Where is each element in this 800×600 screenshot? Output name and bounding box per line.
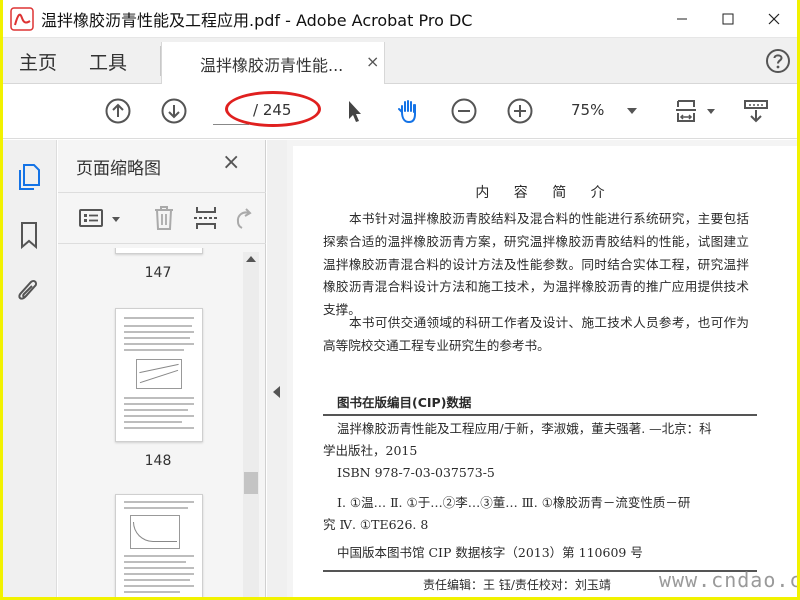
page-thumbnails-panel: 页面缩略图 × 147 148 bbox=[58, 140, 266, 597]
document-viewport[interactable]: 内 容 简 介 本书针对温拌橡胶沥青胶结料及混合料的性能进行系统研究，主要包括探… bbox=[287, 140, 797, 597]
scroll-up-icon[interactable] bbox=[246, 256, 256, 262]
bookmark-icon[interactable] bbox=[15, 220, 43, 250]
thumbnail-page-148[interactable] bbox=[115, 494, 203, 597]
next-page-button[interactable] bbox=[159, 96, 189, 126]
cip-line: Ⅰ. ①温… Ⅱ. ①于…②李…③董… Ⅲ. ①橡胶沥青－流变性质－研 bbox=[337, 495, 691, 510]
thumbnail-label: 148 bbox=[144, 453, 172, 469]
cip-line: 中国版本图书馆 CIP 数据核字（2013）第 110609 号 bbox=[337, 545, 643, 560]
rotate-icon[interactable] bbox=[232, 203, 254, 233]
close-window-button[interactable] bbox=[751, 0, 797, 38]
menu-home[interactable]: 主页 bbox=[19, 48, 57, 75]
red-annotation-ellipse bbox=[225, 91, 321, 127]
insert-page-icon[interactable] bbox=[192, 203, 220, 233]
keyboard-scroll-icon bbox=[744, 100, 768, 123]
title-bar: 温拌橡胶沥青性能及工程应用.pdf - Adobe Acrobat Pro DC bbox=[3, 0, 797, 38]
hand-icon bbox=[398, 100, 416, 124]
minimize-button[interactable] bbox=[659, 0, 705, 38]
window-controls bbox=[659, 0, 797, 38]
window-title: 温拌橡胶沥青性能及工程应用.pdf - Adobe Acrobat Pro DC bbox=[41, 10, 473, 30]
zoom-level-select[interactable]: 75% bbox=[559, 96, 643, 126]
thumbnail-options-icon[interactable] bbox=[78, 203, 108, 233]
panel-toolbar bbox=[58, 192, 266, 244]
fit-page-icon bbox=[676, 100, 696, 122]
intro-paragraph-1: 本书针对温拌橡胶沥青胶结料及混合料的性能进行系统研究，主要包括探索合适的温拌橡胶… bbox=[323, 211, 749, 318]
select-tool-button[interactable] bbox=[339, 96, 369, 126]
thumbnail-list: 147 148 bbox=[58, 248, 243, 597]
tab-document-label: 温拌橡胶沥青性能... bbox=[200, 56, 344, 75]
cursor-arrow-icon bbox=[349, 101, 361, 122]
thumbnail-label: 147 bbox=[144, 265, 172, 281]
acrobat-window: 温拌橡胶沥青性能及工程应用.pdf - Adobe Acrobat Pro DC… bbox=[3, 0, 797, 597]
maximize-button[interactable] bbox=[705, 0, 751, 38]
cip-line: 温拌橡胶沥青性能及工程应用/于新，李淑娥，董夫强著. —北京：科 bbox=[337, 421, 712, 436]
minimize-icon bbox=[677, 18, 687, 20]
plus-circle-icon bbox=[507, 98, 533, 124]
document-page: 内 容 简 介 本书针对温拌橡胶沥青胶结料及混合料的性能进行系统研究，主要包括探… bbox=[293, 146, 797, 597]
cip-line: 学出版社，2015 bbox=[323, 443, 418, 458]
thumbnail-scrollbar[interactable] bbox=[243, 252, 259, 597]
scrolling-mode-button[interactable] bbox=[741, 96, 771, 126]
hand-tool-button[interactable] bbox=[393, 96, 423, 126]
zoom-in-button[interactable] bbox=[505, 96, 535, 126]
attachment-icon[interactable] bbox=[15, 276, 43, 306]
panel-title: 页面缩略图 bbox=[76, 159, 161, 179]
help-icon[interactable] bbox=[765, 48, 791, 74]
scrollbar-thumb[interactable] bbox=[244, 472, 258, 494]
tab-document[interactable]: 温拌橡胶沥青性能... × bbox=[161, 42, 385, 84]
navigation-rail bbox=[3, 140, 57, 597]
arrow-down-circle-icon bbox=[161, 98, 187, 124]
arrow-up-circle-icon bbox=[105, 98, 131, 124]
cip-line: ISBN 978-7-03-037573-5 bbox=[337, 465, 495, 480]
previous-page-button[interactable] bbox=[103, 96, 133, 126]
panel-collapse-strip[interactable] bbox=[267, 140, 287, 597]
close-icon bbox=[768, 13, 780, 25]
thumbnail-page-146[interactable] bbox=[115, 248, 203, 254]
cip-divider bbox=[323, 414, 757, 416]
thumbnail-page-147[interactable] bbox=[115, 308, 203, 442]
tab-bar: 主页 工具 温拌橡胶沥青性能... × bbox=[3, 38, 797, 84]
cip-title: 图书在版编目(CIP)数据 bbox=[337, 395, 472, 410]
acrobat-app-icon bbox=[9, 6, 35, 32]
page-heading: 内 容 简 介 bbox=[475, 185, 615, 201]
page-thumbnails-icon[interactable] bbox=[15, 162, 43, 192]
chevron-down-icon bbox=[627, 108, 637, 114]
collapse-left-icon[interactable] bbox=[273, 386, 280, 398]
minus-circle-icon bbox=[451, 98, 477, 124]
trash-icon[interactable] bbox=[150, 203, 178, 233]
panel-close-button[interactable]: × bbox=[222, 150, 240, 175]
cip-line: 究 Ⅳ. ①TE626. 8 bbox=[323, 517, 429, 532]
maximize-icon bbox=[722, 13, 734, 25]
fit-page-button[interactable] bbox=[671, 96, 701, 126]
editor-credit: 责任编辑：王 钰/责任校对：刘玉靖 bbox=[423, 578, 611, 592]
menu-tools[interactable]: 工具 bbox=[89, 48, 127, 75]
fit-dropdown-chevron-icon[interactable] bbox=[707, 109, 715, 114]
zoom-value: 75% bbox=[571, 101, 605, 119]
options-chevron-down-icon[interactable] bbox=[112, 217, 120, 222]
tab-close-button[interactable]: × bbox=[366, 52, 379, 71]
main-toolbar: / 245 75% bbox=[3, 84, 797, 139]
zoom-out-button[interactable] bbox=[449, 96, 479, 126]
site-watermark: www.cndao.com bbox=[659, 568, 797, 592]
intro-paragraph-2: 本书可供交通领域的科研工作者及设计、施工技术人员参考，也可作为高等院校交通工程专… bbox=[323, 315, 749, 353]
